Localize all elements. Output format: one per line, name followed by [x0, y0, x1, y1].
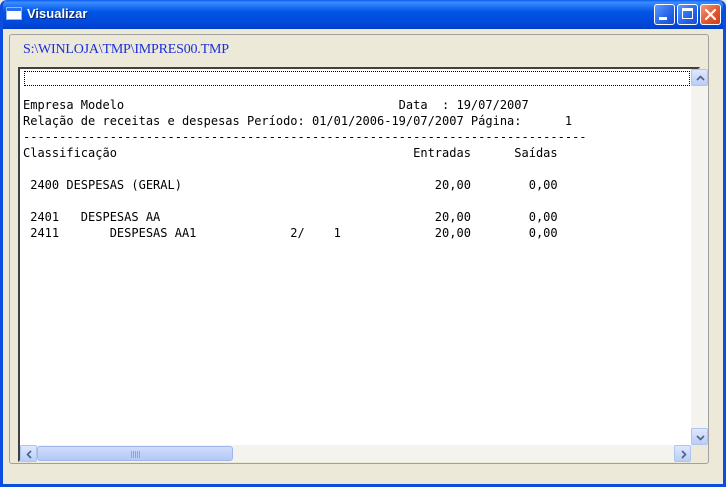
scroll-down-button[interactable] — [691, 428, 708, 445]
arrow-up-icon — [696, 75, 705, 81]
report-line: Relação de receitas e despesas Período: … — [23, 114, 573, 128]
report-viewer[interactable]: Empresa Modelo Data : 19/07/2007 Relação … — [18, 67, 708, 462]
vertical-scrollbar[interactable] — [691, 69, 708, 445]
arrow-right-icon — [681, 450, 687, 459]
report-line: Empresa Modelo Data : 19/07/2007 — [23, 98, 529, 112]
title-bar[interactable]: Visualizar — [3, 0, 723, 29]
scroll-right-button[interactable] — [674, 445, 691, 462]
report-text: Empresa Modelo Data : 19/07/2007 Relação … — [23, 97, 587, 241]
minimize-button[interactable] — [654, 4, 675, 25]
window-title: Visualizar — [27, 6, 88, 21]
arrow-down-icon — [696, 435, 705, 441]
close-icon — [704, 8, 717, 21]
minimize-icon — [659, 17, 667, 20]
report-line: 2401 DESPESAS AA 20,00 0,00 — [23, 210, 558, 224]
maximize-button[interactable] — [677, 4, 698, 25]
report-line: Classificação Entradas Saídas — [23, 146, 558, 160]
maximize-icon — [682, 8, 693, 19]
horizontal-scroll-thumb[interactable] — [37, 446, 233, 461]
focus-line — [24, 71, 690, 86]
report-line: ----------------------------------------… — [23, 130, 587, 144]
report-line — [23, 161, 587, 177]
scroll-up-button[interactable] — [691, 69, 708, 86]
grip-icon — [131, 451, 141, 458]
scroll-corner — [691, 445, 708, 462]
close-button[interactable] — [700, 4, 721, 25]
horizontal-scrollbar[interactable] — [20, 445, 691, 462]
arrow-left-icon — [26, 450, 32, 459]
report-line — [23, 193, 587, 209]
report-line: 2400 DESPESAS (GERAL) 20,00 0,00 — [23, 178, 558, 192]
window-icon — [6, 7, 22, 20]
scroll-left-button[interactable] — [20, 445, 37, 462]
report-line: 2411 DESPESAS AA1 2/ 1 20,00 0,00 — [23, 226, 558, 240]
file-path-label: S:\WINLOJA\TMP\IMPRES00.TMP — [23, 42, 229, 57]
